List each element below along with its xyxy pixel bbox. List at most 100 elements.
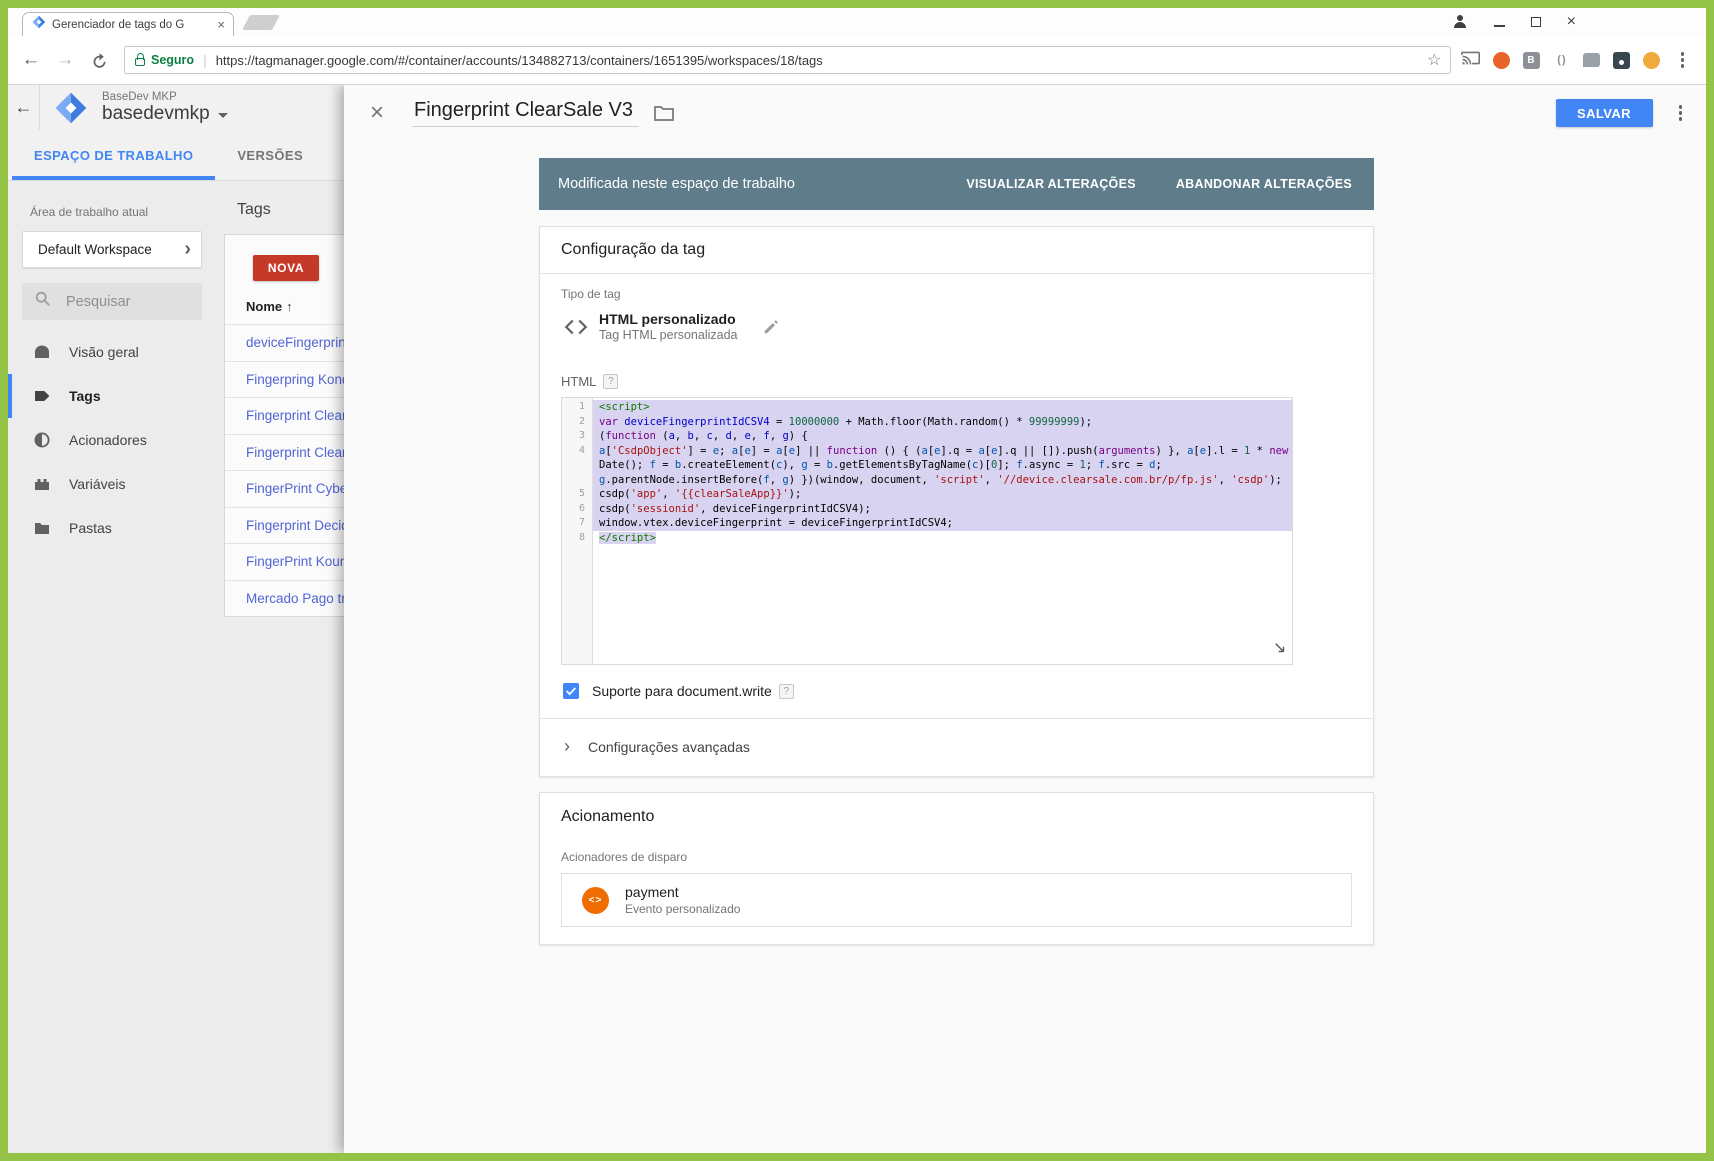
browser-menu-kebab-icon[interactable] (1673, 48, 1693, 72)
tag-name-link[interactable]: Fingerpring Kondut (246, 372, 344, 387)
tag-type-row[interactable]: HTML personalizado Tag HTML personalizad… (563, 311, 780, 342)
html-help-icon[interactable]: ? (603, 374, 618, 389)
tag-name-link[interactable]: Fingerprint ClearSa (246, 408, 344, 423)
code-line[interactable]: 6csdp('sessionid', deviceFingerprintIdCS… (562, 502, 1292, 517)
parentheses-icon[interactable] (1553, 52, 1570, 69)
sidebar-item-label: Variáveis (69, 476, 126, 492)
gtm-back-button[interactable]: ← (8, 85, 40, 130)
emoji-ball-icon[interactable] (1643, 52, 1660, 69)
browser-tab[interactable]: Gerenciador de tags do G × (22, 12, 234, 36)
docwrite-help-icon[interactable]: ? (779, 684, 794, 699)
code-line[interactable]: 5csdp('app', '{{clearSaleApp}}'); (562, 487, 1292, 502)
tag-row[interactable]: Fingerprint ClearSa (225, 434, 344, 471)
code-line[interactable]: 1<script> (562, 400, 1292, 415)
tag-row[interactable]: Mercado Pago tran (225, 580, 344, 617)
banner-action-button[interactable]: VISUALIZAR ALTERAÇÕES (966, 177, 1136, 191)
tag-row[interactable]: Fingerpring Kondut (225, 361, 344, 398)
gtm-header: ← BaseDev MKP basedevmkp (8, 85, 344, 130)
search-icon (34, 290, 52, 313)
tag-name-link[interactable]: FingerPrint Kount N (246, 554, 344, 569)
name-column-header[interactable]: Nome↑ (246, 299, 344, 314)
tag-row[interactable]: Fingerprint ClearSa (225, 397, 344, 434)
docwrite-label: Suporte para document.write (592, 683, 772, 699)
tag-config-title: Configuração da tag (540, 227, 1373, 274)
tag-name-link[interactable]: Mercado Pago tran (246, 591, 344, 606)
adblocker-icon[interactable] (1493, 52, 1510, 69)
code-line[interactable]: Date(); f = b.createElement(c), g = b.ge… (562, 458, 1292, 473)
tag-title-field[interactable]: Fingerprint ClearSale V3 (412, 99, 639, 127)
gtm-tab[interactable]: ESPAÇO DE TRABALHO (12, 130, 215, 180)
new-tag-button[interactable]: NOVA (253, 255, 319, 281)
save-button[interactable]: SALVAR (1556, 99, 1653, 127)
panel-menu-kebab-icon[interactable] (1671, 101, 1691, 125)
cast-icon[interactable] (1461, 50, 1480, 71)
code-line[interactable]: 8</script> (562, 531, 1292, 546)
code-line[interactable]: g.parentNode.insertBefore(f, g) })(windo… (562, 473, 1292, 488)
sidebar-item[interactable]: Visão geral (8, 330, 213, 374)
advanced-settings-toggle[interactable]: › Configurações avançadas (564, 736, 750, 757)
close-panel-icon[interactable]: × (370, 99, 400, 127)
dark-tile-icon[interactable] (1613, 52, 1630, 69)
line-number: 8 (562, 531, 593, 546)
tag-name-link[interactable]: deviceFingerprint T (246, 335, 344, 350)
tag-row[interactable]: FingerPrint CyberS (225, 470, 344, 507)
window-maximize-button[interactable] (1531, 17, 1541, 27)
gtm-tab-label: VERSÕES (237, 148, 303, 163)
firing-triggers-label: Acionadores de disparo (561, 850, 687, 864)
docwrite-checkbox[interactable] (563, 683, 579, 699)
sidebar-item-label: Acionadores (69, 432, 147, 448)
sidebar-item[interactable]: Pastas (8, 506, 213, 550)
sidebar-item[interactable]: Tags (8, 374, 213, 418)
gtm-tab[interactable]: ADMINIS (325, 130, 344, 180)
chevron-right-icon: › (184, 238, 191, 261)
tag-row[interactable]: Fingerprint Decidir (225, 507, 344, 544)
code-line[interactable]: 4a['CsdpObject'] = e; a[e] = a[e] || fun… (562, 444, 1292, 459)
secure-label[interactable]: Seguro (151, 53, 194, 67)
gtm-tab[interactable]: VERSÕES (215, 130, 325, 180)
code-content[interactable]: 1<script>2var deviceFingerprintIdCSV4 = … (562, 398, 1292, 545)
folder-icon[interactable] (653, 103, 675, 123)
triggering-card: Acionamento Acionadores de disparo <> pa… (539, 792, 1374, 945)
tag-list-column: Tags NOVA Nome↑ deviceFingerprint T (213, 181, 344, 617)
search-input[interactable]: Pesquisar (22, 283, 202, 320)
profile-icon[interactable] (1452, 14, 1468, 30)
bookmark-star-icon[interactable]: ☆ (1427, 50, 1441, 70)
url-divider: | (203, 52, 207, 68)
window-minimize-button[interactable] (1494, 18, 1505, 27)
tag-name-link[interactable]: FingerPrint CyberS (246, 481, 344, 496)
code-line[interactable]: 7window.vtex.deviceFingerprint = deviceF… (562, 516, 1292, 531)
chat-bubble-icon[interactable] (1583, 53, 1600, 67)
new-tab-button[interactable] (242, 15, 280, 30)
banner-action-button[interactable]: ABANDONAR ALTERAÇÕES (1176, 177, 1352, 191)
folder-icon (32, 518, 52, 538)
trigger-row[interactable]: <> payment Evento personalizado (561, 873, 1352, 927)
html-code-editor[interactable]: 1<script>2var deviceFingerprintIdCSV4 = … (561, 397, 1293, 665)
sidebar-item[interactable]: Acionadores (8, 418, 213, 462)
tag-type-name: HTML personalizado (599, 311, 738, 327)
docwrite-checkbox-row[interactable]: Suporte para document.write ? (563, 683, 794, 699)
tag-row[interactable]: deviceFingerprint T (225, 324, 344, 361)
window-close-button[interactable]: × (1567, 14, 1576, 30)
resize-handle-icon[interactable] (1273, 641, 1287, 660)
sidebar-item[interactable]: Variáveis (8, 462, 213, 506)
workspace-selector[interactable]: Default Workspace › (22, 231, 202, 268)
edit-pencil-icon[interactable] (762, 318, 780, 336)
tag-name-link[interactable]: Fingerprint ClearSa (246, 445, 344, 460)
code-line[interactable]: 2var deviceFingerprintIdCSV4 = 10000000 … (562, 415, 1292, 430)
tag-editor-panel: × Fingerprint ClearSale V3 SALVAR Modifi… (344, 85, 1706, 1153)
letter-b-icon[interactable] (1523, 52, 1540, 69)
code-line[interactable]: 3(function (a, b, c, d, e, f, g) { (562, 429, 1292, 444)
url-address-bar[interactable]: Seguro | https://tagmanager.google.com/#… (124, 46, 1451, 74)
url-text[interactable]: https://tagmanager.google.com/#/containe… (216, 53, 1419, 68)
container-selector[interactable]: basedevmkp (102, 103, 228, 125)
overview-icon (32, 342, 52, 362)
browser-refresh-button[interactable] (82, 43, 116, 77)
line-number (562, 458, 593, 473)
tag-row[interactable]: FingerPrint Kount N (225, 543, 344, 580)
browser-back-button[interactable]: ← (14, 43, 48, 77)
gtm-app: ← BaseDev MKP basedevmkp ESPAÇO DE TRABA… (8, 85, 1706, 1153)
tab-close-icon[interactable]: × (215, 17, 227, 32)
tag-name-link[interactable]: Fingerprint Decidir (246, 518, 344, 533)
container-name: basedevmkp (102, 103, 210, 125)
browser-forward-button[interactable]: → (48, 43, 82, 77)
